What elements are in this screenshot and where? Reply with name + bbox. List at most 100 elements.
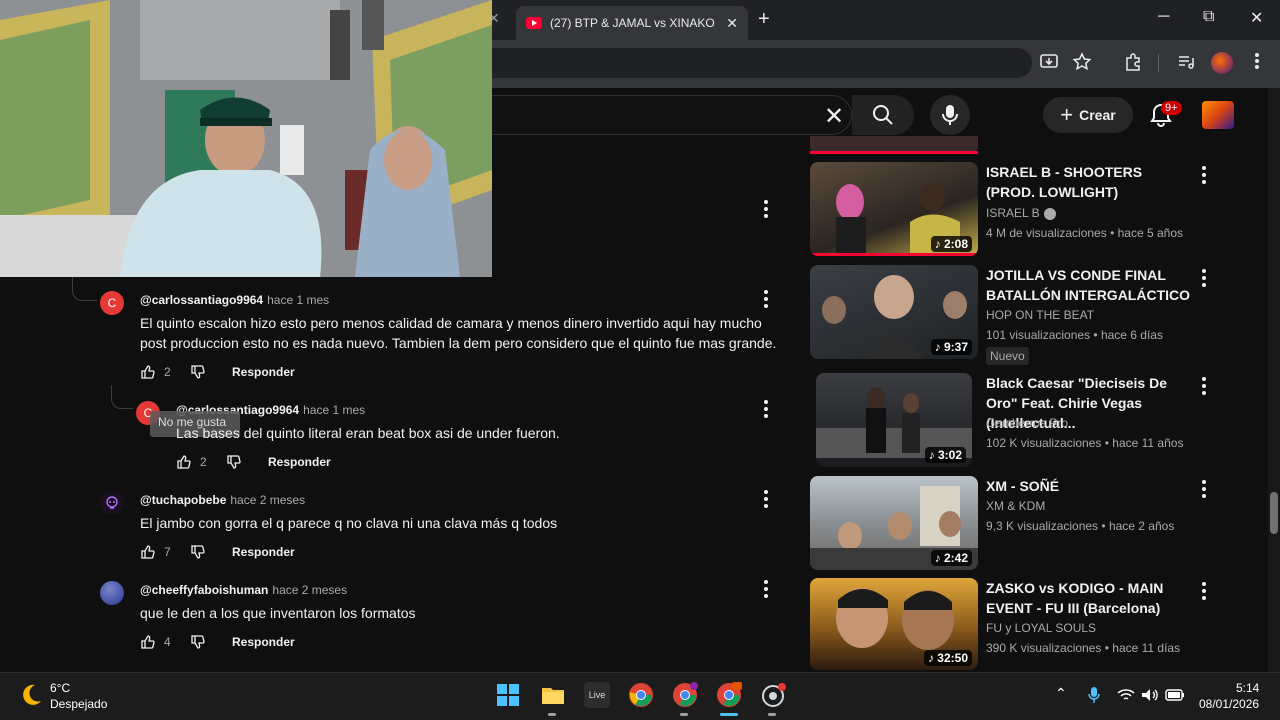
app-update-icon[interactable] [760,682,786,708]
comment-handle[interactable]: @carlossantiago9964 [140,293,263,307]
avatar[interactable] [100,491,124,515]
comment-author[interactable]: @carlossantiago9964 hace 1 mes [140,293,329,307]
comment-handle[interactable]: @cheeffyfaboishuman [140,583,268,597]
toolbar-separator [1158,54,1159,72]
battery-icon[interactable] [1165,689,1185,701]
video-thumbnail[interactable]: ♪ 2:08 [810,162,978,256]
like-icon[interactable] [176,454,192,470]
channel-name[interactable]: HOP ON THE BEAT [986,308,1094,322]
previous-thumbnail-edge[interactable] [810,136,978,154]
clock-time[interactable]: 5:14 [1236,681,1259,695]
live-app-icon[interactable]: Live [584,682,610,708]
tray-overflow-chevron-icon[interactable]: ⌃ [1055,685,1067,702]
weather-temperature[interactable]: 6°C [50,681,70,695]
dislike-icon[interactable] [226,454,242,470]
volume-icon[interactable] [1141,688,1159,702]
video-menu-icon[interactable] [1202,269,1206,287]
video-menu-icon[interactable] [1202,582,1206,600]
search-input[interactable] [492,95,852,135]
comment-menu-icon[interactable] [764,200,768,218]
avatar[interactable] [100,581,124,605]
comment-time[interactable]: hace 1 mes [267,293,329,307]
comment-menu-icon[interactable] [764,580,768,598]
like-count: 2 [200,455,207,469]
chrome-profile-icon[interactable] [672,682,698,708]
verified-icon [1043,207,1056,220]
new-badge: Nuevo [986,347,1029,365]
skull-icon [106,496,118,509]
scrollbar-thumb[interactable] [1270,492,1278,534]
comment-menu-icon[interactable] [764,290,768,308]
video-title[interactable]: XM - SOÑÉ [986,476,1194,496]
close-window-button[interactable]: ✕ [1250,8,1263,28]
media-control-icon[interactable] [1175,52,1197,74]
comment-actions: 2 Responder [176,454,331,470]
taskbar-indicator [680,713,688,716]
comment-time[interactable]: hace 2 meses [230,493,305,507]
voice-search-button[interactable] [930,95,970,135]
like-icon[interactable] [140,544,156,560]
windows-start-icon[interactable] [495,682,521,708]
video-title[interactable]: ZASKO vs KODIGO - MAIN EVENT - FU III (B… [986,578,1194,618]
reply-button[interactable]: Responder [232,545,295,559]
extensions-icon[interactable] [1122,52,1144,74]
comment-time[interactable]: hace 2 meses [272,583,347,597]
minimize-button[interactable]: ─ [1158,8,1169,26]
comment-author[interactable]: @cheeffyfaboishuman hace 2 meses [140,583,347,597]
video-title[interactable]: ISRAEL B - SHOOTERS (PROD. LOWLIGHT) [986,162,1194,202]
video-menu-icon[interactable] [1202,377,1206,395]
reply-button[interactable]: Responder [268,455,331,469]
wifi-icon[interactable] [1117,688,1135,702]
dislike-icon[interactable] [190,544,206,560]
dislike-icon[interactable] [190,364,206,380]
chrome-active-icon[interactable] [716,682,742,708]
weather-description[interactable]: Despejado [50,697,107,711]
browser-profile-avatar[interactable] [1211,52,1233,74]
video-thumbnail[interactable]: ♪ 2:42 [810,476,978,570]
like-icon[interactable] [140,364,156,380]
watch-progress-bar [810,151,978,154]
channel-name[interactable]: XM & KDM [986,499,1045,513]
reply-button[interactable]: Responder [232,365,295,379]
like-icon[interactable] [140,634,156,650]
tab-close-icon[interactable]: ✕ [726,15,738,32]
clock-date[interactable]: 08/01/2026 [1199,697,1259,711]
channel-name[interactable]: ISRAEL B [986,206,1056,220]
dislike-icon[interactable] [190,634,206,650]
tray-microphone-icon[interactable] [1087,686,1101,704]
video-thumbnail[interactable]: ♪ 32:50 [810,578,978,670]
video-menu-icon[interactable] [1202,480,1206,498]
address-bar[interactable] [492,48,1032,78]
video-meta: 9,3 K visualizaciones • hace 2 años [986,519,1175,533]
install-app-icon[interactable] [1038,52,1060,74]
video-thumbnail[interactable]: ♪ 9:37 [810,265,978,359]
channel-name[interactable]: FU y LOYAL SOULS [986,621,1096,635]
reply-button[interactable]: Responder [232,635,295,649]
file-explorer-icon[interactable] [540,682,566,708]
restore-button[interactable]: ⧉ [1203,8,1214,26]
page-scrollbar[interactable] [1268,88,1280,672]
new-tab-button[interactable]: + [758,8,770,31]
channel-name[interactable]: Gamberros Pro [986,416,1068,430]
create-label: Crear [1079,107,1116,123]
video-thumbnail[interactable]: ♪ 3:02 [816,373,972,467]
chrome-icon[interactable] [628,682,654,708]
search-button[interactable] [852,95,914,135]
avatar[interactable]: C [100,291,124,315]
comment-menu-icon[interactable] [764,400,768,418]
account-avatar[interactable] [1202,101,1234,129]
clear-search-icon[interactable]: ✕ [824,102,844,131]
comment-actions: 4 Responder [140,634,295,650]
video-menu-icon[interactable] [1202,166,1206,184]
create-button[interactable]: + Crear [1043,97,1133,133]
active-tab[interactable]: (27) BTP & JAMAL vs XINAKO & ✕ [516,6,748,40]
video-title[interactable]: JOTILLA VS CONDE FINAL BATALLÓN INTERGAL… [986,265,1194,305]
bookmark-star-icon[interactable] [1071,52,1093,74]
browser-menu-icon[interactable] [1246,52,1268,74]
comment-menu-icon[interactable] [764,490,768,508]
comment-time[interactable]: hace 1 mes [303,403,365,417]
moon-weather-icon[interactable] [18,682,44,708]
comment-handle[interactable]: @tuchapobebe [140,493,226,507]
taskbar-active-indicator [720,713,738,716]
comment-author[interactable]: @tuchapobebe hace 2 meses [140,493,305,507]
